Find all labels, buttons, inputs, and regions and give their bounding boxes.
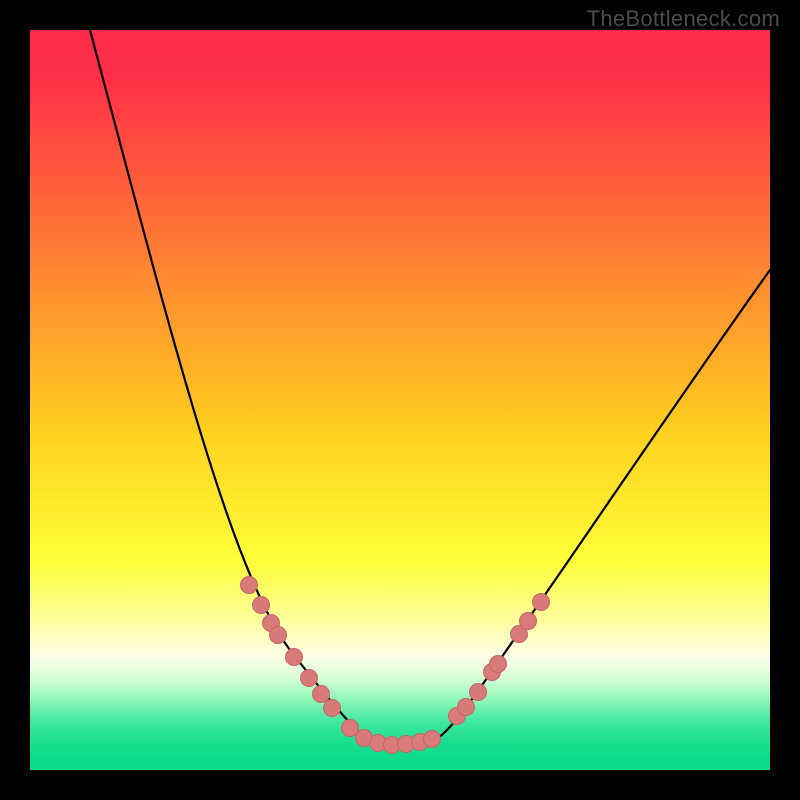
data-point (533, 594, 550, 611)
data-point (313, 686, 330, 703)
data-point (241, 577, 258, 594)
curve-right-curve (430, 270, 770, 742)
data-point (470, 684, 487, 701)
chart-frame: TheBottleneck.com (0, 0, 800, 800)
data-point (490, 656, 507, 673)
data-point (270, 627, 287, 644)
curve-left-curve (90, 30, 365, 738)
data-point (286, 649, 303, 666)
data-point (324, 700, 341, 717)
data-point (424, 731, 441, 748)
data-point (342, 720, 359, 737)
data-point (253, 597, 270, 614)
data-point (520, 613, 537, 630)
data-point (458, 699, 475, 716)
data-point (301, 670, 318, 687)
plot-area (30, 30, 770, 770)
watermark-text: TheBottleneck.com (587, 6, 780, 32)
curve-layer (30, 30, 770, 770)
